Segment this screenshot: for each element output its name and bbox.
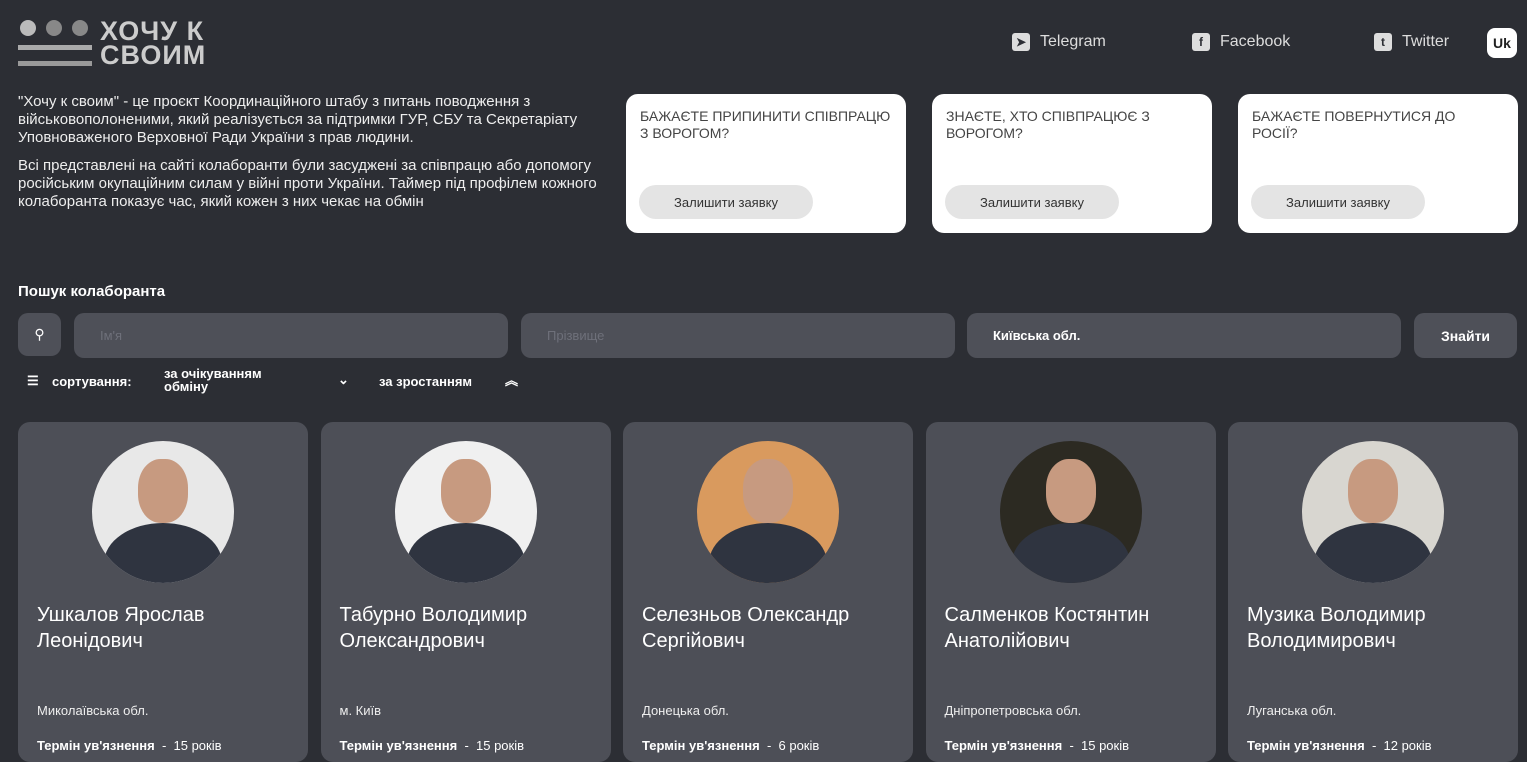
sentence-term: Термін ув'язнення - 15 років <box>37 738 222 753</box>
intro: "Хочу к своим" - це проєкт Координаційно… <box>18 93 618 221</box>
sort-order-toggle[interactable]: за зростанням <box>379 375 472 388</box>
avatar <box>92 441 234 583</box>
collaborator-card[interactable]: Музика Володимир Володимирович Луганська… <box>1228 422 1518 762</box>
telegram-link[interactable]: ➤ Telegram <box>1012 33 1106 51</box>
sort-icon: ☰ <box>27 373 39 388</box>
collaborator-name: Селезньов Олександр Сергійович <box>642 604 850 652</box>
collaborator-card[interactable]: Салменков Костянтин Анатолійович Дніпроп… <box>925 422 1216 762</box>
term-value: 15 років <box>1081 738 1130 753</box>
term-label: Термін ув'язнення <box>339 738 458 753</box>
cta-question: Бажаєте повернутися до Росії? <box>1252 108 1456 141</box>
last-name-input[interactable] <box>521 313 955 358</box>
chevron-down-icon[interactable]: ⌄ <box>338 373 349 386</box>
logo[interactable]: ХОЧУ К СВОИМ <box>18 18 207 70</box>
avatar <box>394 441 537 583</box>
cta-card-return-to-russia: Бажаєте повернутися до Росії? Залишити за… <box>1238 94 1518 233</box>
collaborator-name: Табурно Володимир Олександрович <box>339 604 528 652</box>
collaborator-region: м. Київ <box>339 703 382 718</box>
collaborator-card[interactable]: Табурно Володимир Олександрович м. Київ … <box>320 422 611 762</box>
submit-request-button[interactable]: Залишити заявку <box>945 185 1119 219</box>
term-label: Термін ув'язнення <box>37 738 155 753</box>
double-chevron-up-icon[interactable]: ︽ <box>505 374 518 387</box>
collaborator-region: Миколаївська обл. <box>37 703 149 718</box>
collaborator-region: Луганська обл. <box>1247 703 1337 718</box>
submit-request-button[interactable]: Залишити заявку <box>639 185 813 219</box>
cta-question: Бажаєте припинити співпрацю з ворогом? <box>640 108 891 141</box>
twitter-icon: t <box>1374 33 1392 51</box>
term-value: 6 років <box>778 738 820 753</box>
intro-paragraph-1: "Хочу к своим" - це проєкт Координаційно… <box>18 93 578 146</box>
region-select[interactable]: Київська обл. <box>967 313 1401 358</box>
term-label: Термін ув'язнення <box>642 738 760 753</box>
submit-request-button[interactable]: Залишити заявку <box>1251 185 1425 219</box>
sentence-term: Термін ув'язнення - 6 років <box>642 738 820 753</box>
collaborator-card[interactable]: Ушкалов Ярослав Леонідович Миколаївська … <box>18 422 308 762</box>
avatar <box>1302 441 1444 583</box>
collaborator-region: Донецька обл. <box>642 703 729 718</box>
twitter-link[interactable]: t Twitter <box>1374 33 1449 51</box>
person-search-icon[interactable]: ⚲ <box>18 313 61 356</box>
sentence-term: Термін ув'язнення - 12 років <box>1247 738 1432 753</box>
telegram-label: Telegram <box>1040 33 1106 50</box>
collaborator-region: Дніпропетровська обл. <box>944 703 1082 718</box>
term-value: 12 років <box>1383 738 1432 753</box>
avatar <box>999 441 1142 583</box>
collaborator-name: Музика Володимир Володимирович <box>1247 604 1426 652</box>
collaborator-name: Салменков Костянтин Анатолійович <box>944 604 1150 652</box>
twitter-label: Twitter <box>1402 33 1450 50</box>
first-name-input[interactable] <box>74 313 508 358</box>
collaborator-card[interactable]: Селезньов Олександр Сергійович Донецька … <box>623 422 913 762</box>
sort-by-select[interactable]: за очікуванням обміну <box>164 367 294 393</box>
search-title: Пошук колаборанта <box>18 283 166 300</box>
sentence-term: Термін ув'язнення - 15 років <box>944 738 1130 753</box>
facebook-label: Facebook <box>1220 33 1291 50</box>
sentence-term: Термін ув'язнення - 15 років <box>339 738 525 753</box>
collaborator-name: Ушкалов Ярослав Леонідович <box>37 604 205 652</box>
sort-label: сортування: <box>52 374 132 389</box>
cta-card-stop-cooperation: Бажаєте припинити співпрацю з ворогом? За… <box>626 94 906 233</box>
logo-line2: СВОИМ <box>100 40 207 70</box>
language-button[interactable]: Uk <box>1487 28 1517 58</box>
cta-card-report-collaborator: Знаєте, хто співпрацює з ворогом? Залишит… <box>932 94 1212 233</box>
term-label: Термін ув'язнення <box>1247 738 1365 753</box>
term-label: Термін ув'язнення <box>944 738 1063 753</box>
telegram-icon: ➤ <box>1012 33 1030 51</box>
term-value: 15 років <box>476 738 525 753</box>
cta-question: Знаєте, хто співпрацює з ворогом? <box>946 108 1150 141</box>
term-value: 15 років <box>173 738 222 753</box>
facebook-link[interactable]: f Facebook <box>1192 33 1290 51</box>
avatar <box>697 441 839 583</box>
find-button[interactable]: Знайти <box>1414 313 1517 358</box>
intro-paragraph-2: Всі представлені на сайті колаборанти бу… <box>18 157 597 210</box>
logo-mark-icon <box>18 18 92 68</box>
facebook-icon: f <box>1192 33 1210 51</box>
